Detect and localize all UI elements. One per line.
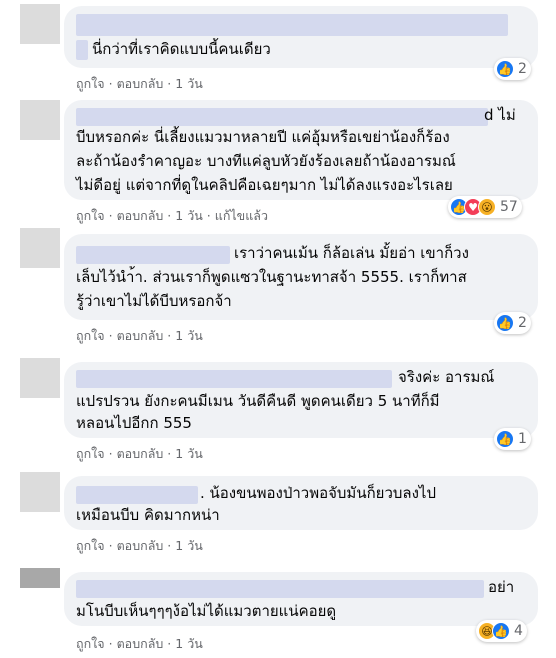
separator: · (167, 636, 172, 651)
avatar[interactable] (20, 472, 60, 512)
comment-bubble: จริงค่ะ อารมณ์ แปรปรวน ยังกะคนมีเมน วันด… (64, 362, 538, 438)
comment: จริงค่ะ อารมณ์ แปรปรวน ยังกะคนมีเมน วันด… (0, 358, 556, 468)
avatar[interactable] (20, 358, 60, 398)
reaction-count: 2 (518, 61, 527, 77)
comment-text: d ไม่ (484, 106, 516, 124)
separator: · (108, 446, 113, 461)
reply-link[interactable]: ตอบกลับ (117, 206, 164, 226)
separator: · (167, 538, 172, 553)
comment-actions: ถูกใจ · ตอบกลับ · 1 วัน (76, 326, 203, 346)
reply-link[interactable]: ตอบกลับ (117, 74, 164, 94)
timestamp[interactable]: 1 วัน (175, 444, 203, 464)
comment-text: แปรปรวน ยังกะคนมีเมน วันดีคืนดี พูดคนเดี… (76, 392, 440, 410)
separator: · (108, 538, 113, 553)
like-link[interactable]: ถูกใจ (76, 206, 105, 226)
reaction-count: 4 (514, 623, 523, 639)
comment-text: รู้ว่าเขาไม่ได้บีบหรอกจ้า (76, 292, 232, 310)
comment-text: เล็บไว้นำ้า. ส่วนเราก็พูดแซวในฐานะทาสจ้า… (76, 268, 467, 286)
comment: อย่า มโนบีบเห็นๆๆๆง้อไม่ได้แมวตายแน่คอยด… (0, 568, 556, 658)
like-icon: 👍 (496, 430, 514, 448)
comment-text: หลอนไปอีกก 555 (76, 414, 192, 432)
comment-actions: ถูกใจ · ตอบกลับ · 1 วัน (76, 444, 203, 464)
separator: · (108, 208, 113, 223)
reaction-summary[interactable]: 👍 2 (494, 58, 531, 80)
comment-text: อย่า (488, 578, 515, 596)
reaction-summary[interactable]: 👍 2 (494, 312, 531, 334)
avatar[interactable] (20, 4, 60, 44)
reaction-summary[interactable]: 😆 👍 4 (476, 620, 527, 642)
comment-text: เราว่าคนเม้น ก็ล้อเล่น มั้ยอ่า เขาก็วง (234, 244, 469, 262)
blurred-name (76, 108, 488, 126)
comment-text: เหมือนบีบ คิดมากหน่า (76, 506, 220, 524)
avatar[interactable] (20, 228, 60, 268)
timestamp[interactable]: 1 วัน (175, 326, 203, 346)
reply-link[interactable]: ตอบกลับ (117, 326, 164, 346)
separator: · (108, 636, 113, 651)
like-link[interactable]: ถูกใจ (76, 536, 105, 556)
comment-bubble: . น้องขนพองป่าวพอจับมันก็ยวบลงไป เหมือนบ… (64, 476, 538, 530)
reaction-count: 2 (518, 315, 527, 331)
like-link[interactable]: ถูกใจ (76, 74, 105, 94)
comment: เราว่าคนเม้น ก็ล้อเล่น มั้ยอ่า เขาก็วง เ… (0, 228, 556, 358)
comment-text: มโนบีบเห็นๆๆๆง้อไม่ได้แมวตายแน่คอยดู (76, 602, 337, 620)
comment-bubble: นี่กว่าที่เราคิดแบบนี้คนเดียว (64, 6, 538, 68)
comment-text: . น้องขนพองป่าวพอจับมันก็ยวบลงไป (200, 484, 436, 502)
separator: · (108, 76, 113, 91)
comment-text: บีบหรอกค่ะ นี่เลี้ยงแมวมาหลายปี แค่อุ้มห… (76, 128, 450, 146)
edited-label[interactable]: แก้ไขแล้ว (215, 206, 268, 226)
reaction-summary[interactable]: 👍 ♥ 😮 57 (448, 196, 522, 218)
comment-actions: ถูกใจ · ตอบกลับ · 1 วัน · แก้ไขแล้ว (76, 206, 268, 226)
comment-text: ละถ้าน้องรำคาญอะ บางทีแค่ลูบหัวยังร้องเล… (76, 152, 456, 170)
reaction-count: 1 (518, 431, 527, 447)
reply-link[interactable]: ตอบกลับ (117, 634, 164, 654)
wow-icon: 😮 (478, 198, 496, 216)
blurred-name (76, 580, 484, 598)
comment-actions: ถูกใจ · ตอบกลับ · 1 วัน (76, 536, 203, 556)
comment-text: ไม่ดีอยู่ แต่จากที่ดูในคลิปคือเฉยๆมาก ไม… (76, 176, 453, 194)
separator: · (167, 328, 172, 343)
blurred-name (76, 14, 508, 36)
separator: · (108, 328, 113, 343)
comment-text: นี่กว่าที่เราคิดแบบนี้คนเดียว (92, 40, 271, 58)
reply-link[interactable]: ตอบกลับ (117, 536, 164, 556)
blurred-text (76, 40, 88, 60)
comment-bubble: d ไม่ บีบหรอกค่ะ นี่เลี้ยงแมวมาหลายปี แค… (64, 100, 538, 200)
reaction-summary[interactable]: 👍 1 (494, 428, 531, 450)
blurred-name (76, 246, 230, 264)
like-link[interactable]: ถูกใจ (76, 326, 105, 346)
separator: · (167, 446, 172, 461)
comment-actions: ถูกใจ · ตอบกลับ · 1 วัน (76, 74, 203, 94)
timestamp[interactable]: 1 วัน (175, 536, 203, 556)
like-link[interactable]: ถูกใจ (76, 634, 105, 654)
timestamp[interactable]: 1 วัน (175, 634, 203, 654)
like-icon: 👍 (496, 314, 514, 332)
comment: . น้องขนพองป่าวพอจับมันก็ยวบลงไป เหมือนบ… (0, 472, 556, 562)
comment: d ไม่ บีบหรอกค่ะ นี่เลี้ยงแมวมาหลายปี แค… (0, 100, 556, 230)
comment-text: จริงค่ะ อารมณ์ (398, 368, 495, 386)
like-icon: 👍 (492, 622, 510, 640)
blurred-name (76, 486, 198, 504)
reply-link[interactable]: ตอบกลับ (117, 444, 164, 464)
separator: · (167, 76, 172, 91)
like-link[interactable]: ถูกใจ (76, 444, 105, 464)
comment: นี่กว่าที่เราคิดแบบนี้คนเดียว 👍 2 ถูกใจ ·… (0, 0, 556, 98)
reaction-count: 57 (500, 199, 518, 215)
blurred-name (76, 370, 392, 388)
comment-bubble: อย่า มโนบีบเห็นๆๆๆง้อไม่ได้แมวตายแน่คอยด… (64, 572, 538, 626)
timestamp[interactable]: 1 วัน (175, 206, 203, 226)
comment-actions: ถูกใจ · ตอบกลับ · 1 วัน (76, 634, 203, 654)
comment-bubble: เราว่าคนเม้น ก็ล้อเล่น มั้ยอ่า เขาก็วง เ… (64, 234, 538, 320)
separator: · (206, 208, 211, 223)
separator: · (167, 208, 172, 223)
avatar[interactable] (20, 568, 60, 588)
like-icon: 👍 (496, 60, 514, 78)
timestamp[interactable]: 1 วัน (175, 74, 203, 94)
avatar[interactable] (20, 100, 60, 140)
